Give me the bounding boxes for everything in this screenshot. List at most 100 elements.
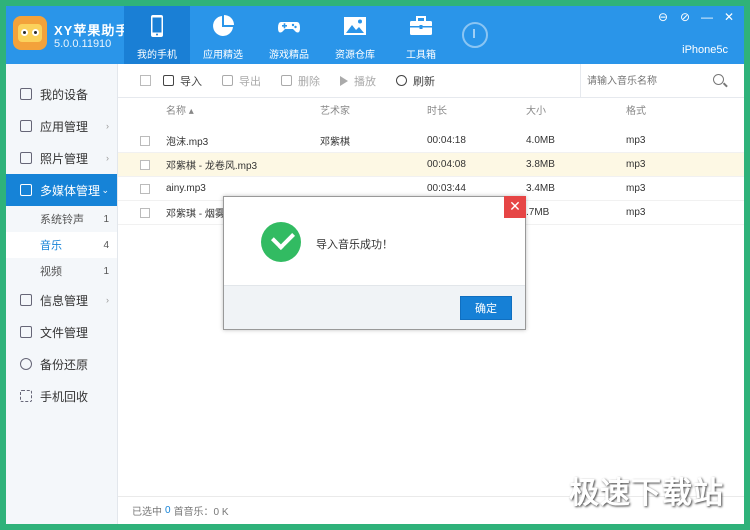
subitem-label: 视频: [40, 266, 62, 278]
apps-pie-icon: [213, 15, 234, 36]
sidebar-item-app-manage[interactable]: 应用管理 ›: [6, 110, 117, 142]
export-button[interactable]: 导出: [222, 73, 261, 89]
sidebar-item-label: 文件管理: [40, 325, 89, 340]
sidebar-item-phone-recycle[interactable]: 手机回收: [6, 380, 117, 412]
image-icon: [344, 17, 366, 35]
play-icon: [340, 75, 348, 86]
sidebar: 我的设备 应用管理 › 照片管理 › 多媒体管理 ⌄ 系统铃声 1 音乐 4 视…: [6, 64, 118, 524]
recycle-icon: [20, 390, 32, 402]
delete-label: 删除: [298, 75, 320, 88]
column-header-format[interactable]: 格式: [626, 98, 646, 120]
dialog-message: 导入音乐成功！: [316, 239, 393, 251]
table-row[interactable]: 邓紫棋 - 龙卷风.mp3 00:04:08 3.8MB mp3: [118, 153, 744, 177]
phone-icon: [151, 15, 163, 37]
row-checkbox[interactable]: [140, 159, 150, 170]
play-button[interactable]: 播放: [340, 73, 376, 89]
search-icon[interactable]: [713, 74, 724, 85]
nav-label: 我的手机: [137, 50, 177, 61]
trash-icon: [281, 75, 292, 86]
cell-name: 泡沫.mp3: [166, 137, 209, 148]
cell-size: 3.4MB: [526, 183, 555, 194]
nav-label: 工具箱: [406, 50, 436, 61]
sidebar-item-my-device[interactable]: 我的设备: [6, 78, 117, 110]
sidebar-subitem-music[interactable]: 音乐 4: [6, 232, 117, 258]
close-button[interactable]: ✕: [722, 10, 736, 24]
status-selected-count: 0: [165, 505, 171, 516]
cell-duration: 00:04:18: [427, 135, 466, 146]
column-header-size[interactable]: 大小: [526, 98, 546, 120]
sidebar-item-message-manage[interactable]: 信息管理 ›: [6, 284, 117, 316]
cell-format: mp3: [626, 159, 646, 170]
status-prefix: 已选中: [132, 507, 162, 518]
status-suffix: 首音乐：0 K: [173, 507, 229, 518]
row-checkbox[interactable]: [140, 207, 150, 218]
subitem-count: 4: [103, 239, 109, 251]
download-icon[interactable]: [462, 22, 488, 48]
search-input[interactable]: [587, 73, 707, 89]
nav-label: 应用精选: [203, 50, 243, 61]
chevron-down-icon: ⌄: [101, 184, 109, 195]
nav-app-picks[interactable]: 应用精选: [190, 6, 256, 64]
nav-label: 资源仓库: [335, 50, 375, 61]
sidebar-item-label: 备份还原: [40, 357, 89, 372]
settings-icon[interactable]: ⊘: [678, 10, 692, 24]
cell-size: 3.8MB: [526, 159, 555, 170]
refresh-button[interactable]: 刷新: [396, 73, 435, 89]
backup-icon: [20, 358, 32, 370]
minimize-button[interactable]: —: [700, 10, 714, 24]
dialog-footer: 确定: [224, 285, 525, 329]
dialog-close-button[interactable]: ✕: [504, 196, 526, 218]
chevron-right-icon: ›: [106, 295, 109, 305]
chevron-right-icon: ›: [106, 121, 109, 131]
export-label: 导出: [239, 75, 261, 88]
table-row[interactable]: 泡沫.mp3 邓紫棋 00:04:18 4.0MB mp3: [118, 129, 744, 153]
dialog-ok-button[interactable]: 确定: [460, 296, 512, 320]
device-name[interactable]: iPhone5c: [682, 44, 728, 56]
sidebar-item-label: 多媒体管理: [40, 183, 101, 198]
subitem-count: 1: [103, 265, 109, 277]
title-bar: XY苹果助手 5.0.0.11910 我的手机 应用精选 游戏精品 资源仓库 工…: [6, 6, 744, 64]
import-button[interactable]: 导入: [163, 73, 202, 89]
sidebar-item-label: 手机回收: [40, 389, 89, 404]
nav-label: 游戏精品: [269, 50, 309, 61]
sidebar-item-label: 应用管理: [40, 119, 89, 134]
delete-button[interactable]: 删除: [281, 73, 320, 89]
cell-format: mp3: [626, 135, 646, 146]
message-icon: [20, 294, 32, 306]
nav-my-phone[interactable]: 我的手机: [124, 6, 190, 64]
nav-toolbox[interactable]: 工具箱: [388, 6, 454, 64]
sidebar-item-backup-restore[interactable]: 备份还原: [6, 348, 117, 380]
watermark: 极速下载站: [569, 477, 724, 510]
app-version: 5.0.0.11910: [54, 38, 112, 50]
sidebar-subitem-ringtones[interactable]: 系统铃声 1: [6, 206, 117, 232]
app-logo: [13, 16, 47, 50]
cell-size: .7MB: [526, 207, 550, 218]
cell-name: ainy.mp3: [166, 183, 206, 194]
subitem-count: 1: [103, 213, 109, 225]
cell-duration: 00:04:08: [427, 159, 466, 170]
subitem-label: 系统铃声: [40, 214, 84, 226]
column-header-artist[interactable]: 艺术家: [320, 98, 350, 120]
sidebar-item-media-manage[interactable]: 多媒体管理 ⌄: [6, 174, 117, 206]
nav-resource-store[interactable]: 资源仓库: [322, 6, 388, 64]
row-checkbox[interactable]: [140, 183, 150, 194]
main-nav: 我的手机 应用精选 游戏精品 资源仓库 工具箱: [124, 6, 454, 64]
window-controls: ⊖ ⊘ — ✕: [656, 10, 736, 24]
sidebar-item-photo-manage[interactable]: 照片管理 ›: [6, 142, 117, 174]
cell-artist: 邓紫棋: [320, 137, 350, 148]
grid-icon: [20, 120, 32, 132]
export-icon: [222, 75, 233, 86]
cell-name: 邓紫棋 - 龙卷风.mp3: [166, 161, 258, 172]
row-checkbox[interactable]: [140, 135, 150, 146]
import-icon: [163, 75, 174, 86]
select-all-checkbox[interactable]: [140, 75, 151, 86]
column-header-duration[interactable]: 时长: [427, 98, 447, 120]
sidebar-item-label: 照片管理: [40, 151, 89, 166]
toolbar: 导入 导出 删除 播放 刷新: [118, 64, 744, 98]
cell-format: mp3: [626, 183, 646, 194]
column-header-name[interactable]: 名称 ▴: [166, 98, 194, 120]
sidebar-subitem-video[interactable]: 视频 1: [6, 258, 117, 284]
skin-icon[interactable]: ⊖: [656, 10, 670, 24]
nav-game-picks[interactable]: 游戏精品: [256, 6, 322, 64]
sidebar-item-file-manage[interactable]: 文件管理: [6, 316, 117, 348]
